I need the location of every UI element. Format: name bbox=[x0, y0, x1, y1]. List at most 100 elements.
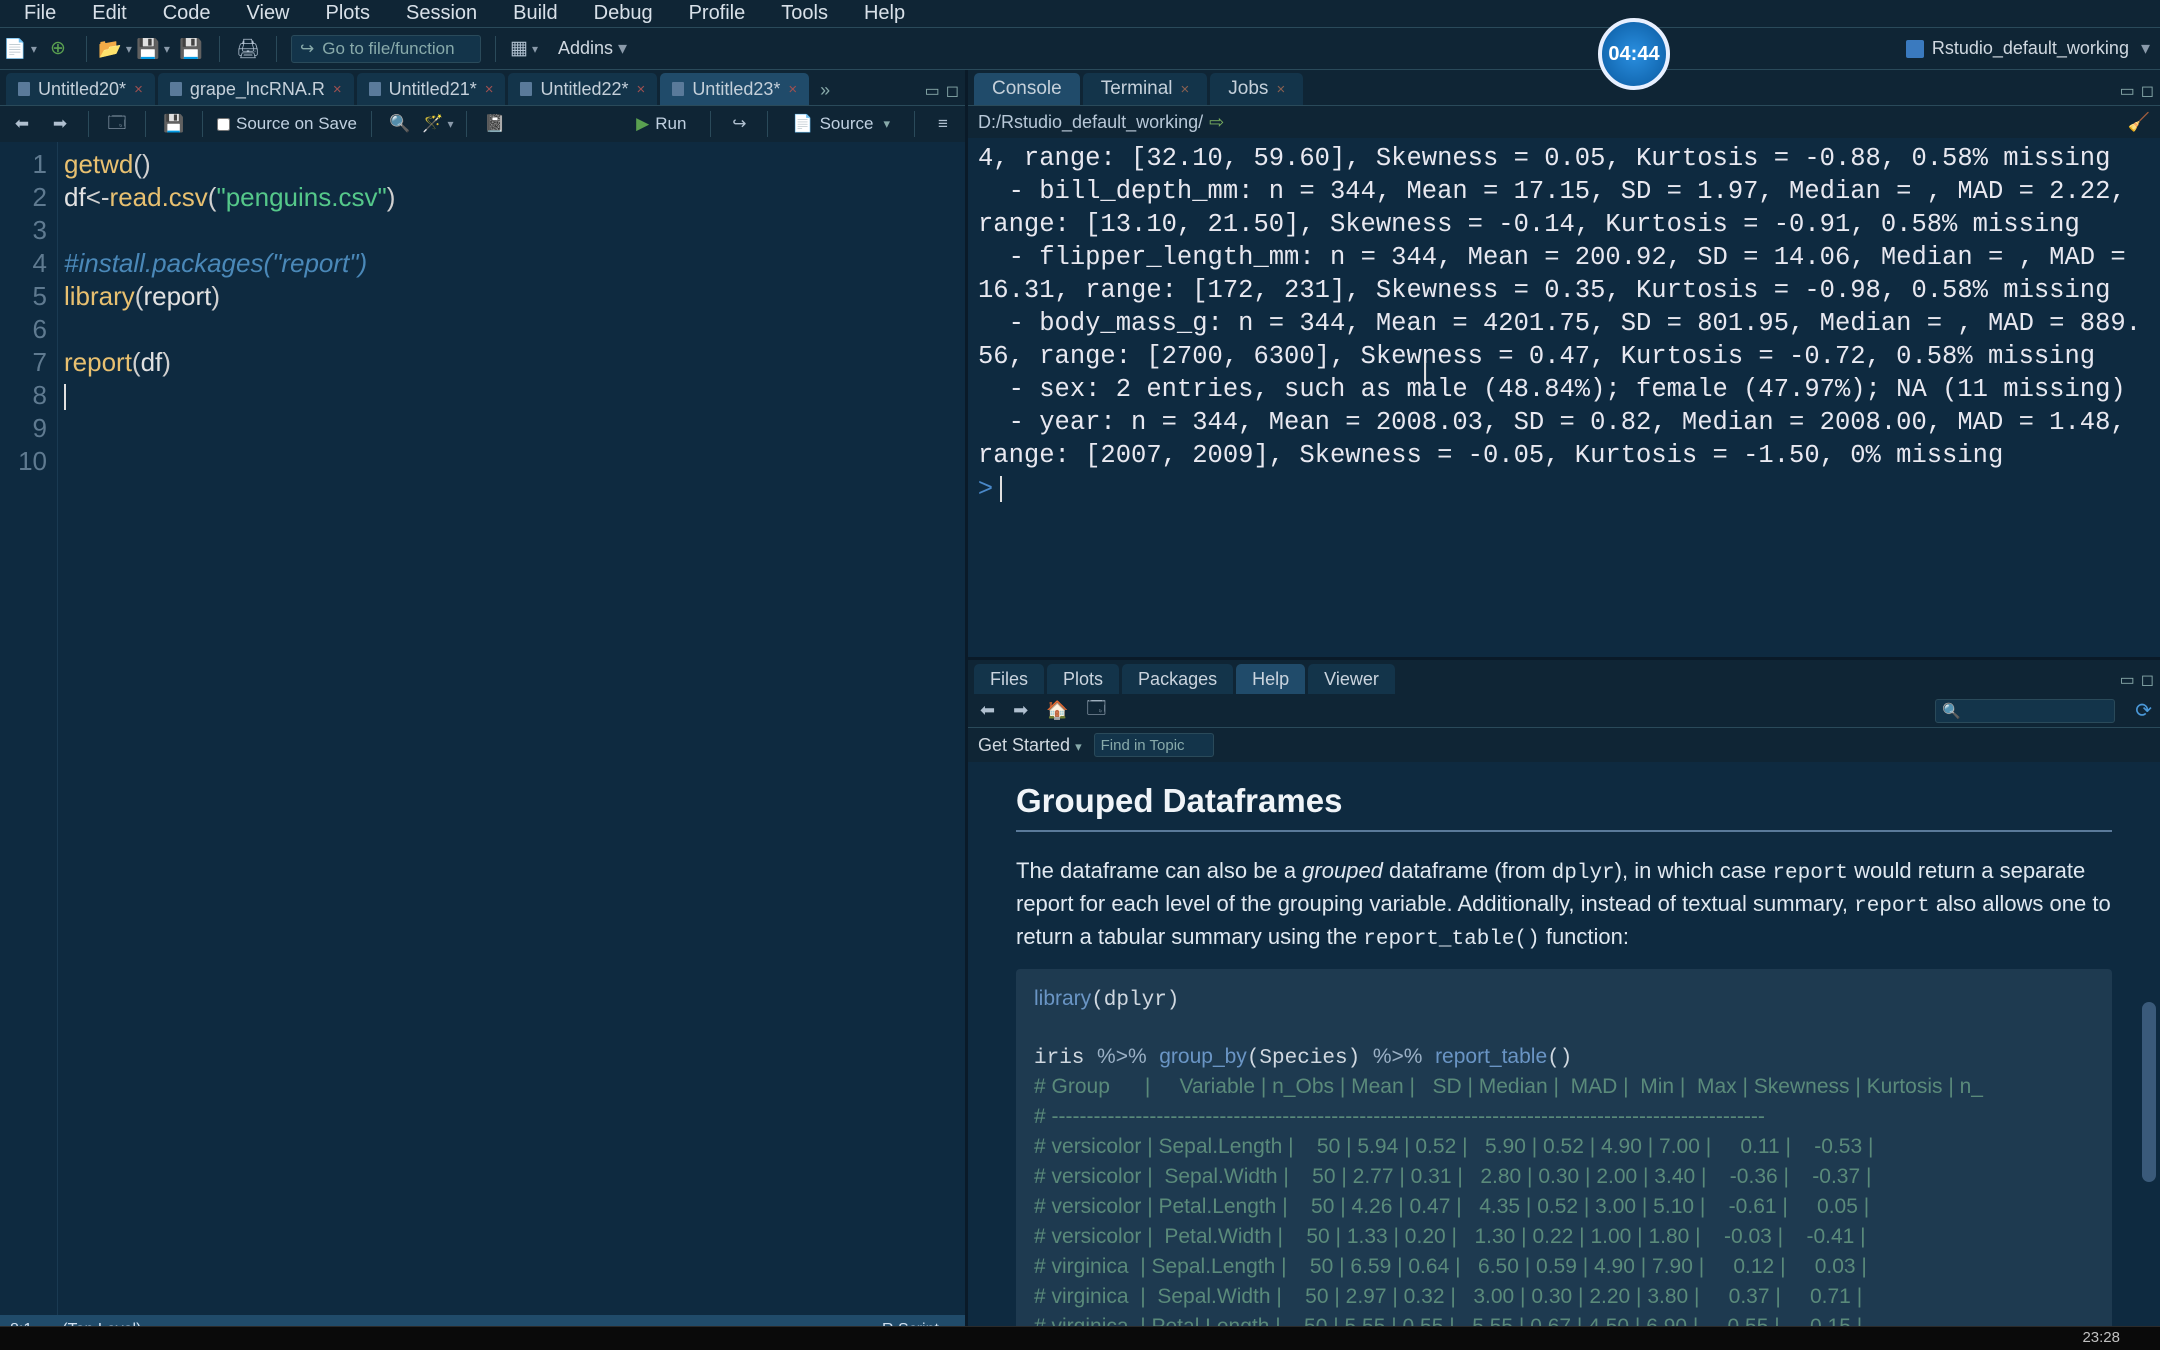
source-tab-bar: Untitled20*×grape_lncRNA.R×Untitled21*×U… bbox=[0, 70, 965, 106]
source-tab[interactable]: Untitled20*× bbox=[6, 73, 155, 105]
separator bbox=[371, 111, 372, 137]
help-tab-plots[interactable]: Plots bbox=[1047, 664, 1119, 694]
save-all-button[interactable]: 💾 bbox=[177, 35, 205, 63]
help-popup-button[interactable]: 🗔 bbox=[1083, 694, 1111, 728]
close-icon[interactable]: × bbox=[485, 81, 494, 98]
menu-tools[interactable]: Tools bbox=[763, 0, 846, 28]
source-on-save-input[interactable] bbox=[217, 118, 230, 131]
minimize-pane-button[interactable]: ▭ bbox=[2120, 81, 2135, 101]
help-heading: Grouped Dataframes bbox=[1016, 782, 2112, 832]
code-editor[interactable]: 12345678910 getwd() df<-read.csv("pengui… bbox=[0, 142, 965, 1315]
maximize-pane-button[interactable]: ◻ bbox=[2141, 81, 2154, 101]
source-tab[interactable]: Untitled23*× bbox=[660, 73, 809, 105]
path-arrow-icon[interactable]: ⇨ bbox=[1209, 112, 1224, 133]
console-tab-bar: ConsoleTerminal ×Jobs × ▭ ◻ bbox=[968, 70, 2160, 106]
help-code-block: library(dplyr) iris %>% group_by(Species… bbox=[1016, 969, 2112, 1350]
help-tab-packages[interactable]: Packages bbox=[1122, 664, 1233, 694]
help-refresh-button[interactable]: ⟳ bbox=[2135, 698, 2152, 723]
new-project-button[interactable]: ⊕ bbox=[44, 35, 72, 63]
goto-icon: ↪ bbox=[300, 39, 314, 59]
menu-plots[interactable]: Plots bbox=[308, 0, 388, 28]
minimize-pane-button[interactable]: ▭ bbox=[925, 81, 940, 101]
timer-badge: 04:44 bbox=[1598, 18, 1670, 90]
recent-files-button[interactable]: 💾 bbox=[139, 35, 167, 63]
open-file-button[interactable]: 📂 bbox=[101, 35, 129, 63]
help-home-button[interactable]: 🏠 bbox=[1042, 698, 1072, 723]
close-icon[interactable]: × bbox=[333, 81, 342, 98]
code-tools-button[interactable]: 🪄 bbox=[424, 110, 452, 138]
find-in-topic-input[interactable]: Find in Topic bbox=[1094, 733, 1214, 757]
save-button[interactable]: 💾 bbox=[160, 110, 188, 138]
forward-button[interactable]: ➡ bbox=[46, 110, 74, 138]
new-file-button[interactable]: 📄 bbox=[6, 35, 34, 63]
help-scrollbar[interactable] bbox=[2142, 1002, 2156, 1182]
menu-file[interactable]: File bbox=[6, 0, 74, 28]
search-icon: 🔍 bbox=[1942, 702, 1961, 720]
separator bbox=[145, 111, 146, 137]
clear-console-button[interactable]: 🧹 bbox=[2128, 112, 2150, 133]
help-forward-button[interactable]: ➡ bbox=[1009, 698, 1032, 723]
help-back-button[interactable]: ⬅ bbox=[976, 698, 999, 723]
back-button[interactable]: ⬅ bbox=[8, 110, 36, 138]
close-icon[interactable]: × bbox=[637, 81, 646, 98]
menu-bar: FileEditCodeViewPlotsSessionBuildDebugPr… bbox=[0, 0, 2160, 28]
file-icon bbox=[520, 82, 532, 96]
separator bbox=[219, 36, 220, 62]
show-in-new-window-button[interactable]: 🗔 bbox=[103, 110, 131, 138]
file-icon bbox=[18, 82, 30, 96]
help-search-input[interactable]: 🔍 bbox=[1935, 699, 2115, 723]
menu-build[interactable]: Build bbox=[495, 0, 575, 28]
project-name: Rstudio_default_working bbox=[1932, 38, 2129, 59]
source-on-save-checkbox[interactable]: Source on Save bbox=[217, 114, 357, 134]
console-output[interactable]: 4, range: [32.10, 59.60], Skewness = 0.0… bbox=[968, 138, 2160, 657]
project-menu[interactable]: Rstudio_default_working bbox=[1906, 38, 2150, 59]
tab-overflow-button[interactable]: » bbox=[816, 76, 834, 105]
maximize-pane-button[interactable]: ◻ bbox=[2141, 670, 2154, 690]
find-button[interactable]: 🔍 bbox=[386, 110, 414, 138]
separator bbox=[767, 111, 768, 137]
maximize-pane-button[interactable]: ◻ bbox=[946, 81, 959, 101]
rerun-button[interactable]: ↪ bbox=[725, 110, 753, 138]
menu-edit[interactable]: Edit bbox=[74, 0, 144, 28]
console-tab-terminal[interactable]: Terminal × bbox=[1083, 73, 1208, 105]
get-started-menu[interactable]: Get Started ▾ bbox=[978, 735, 1082, 756]
addins-menu[interactable]: Addins bbox=[548, 34, 637, 63]
goto-placeholder: Go to file/function bbox=[322, 39, 454, 59]
close-icon[interactable]: × bbox=[1181, 81, 1190, 98]
menu-session[interactable]: Session bbox=[388, 0, 495, 28]
help-tab-viewer[interactable]: Viewer bbox=[1308, 664, 1395, 694]
separator bbox=[88, 111, 89, 137]
separator bbox=[202, 111, 203, 137]
console-tab-jobs[interactable]: Jobs × bbox=[1210, 73, 1303, 105]
help-tab-help[interactable]: Help bbox=[1236, 664, 1305, 694]
grid-button[interactable]: ▦ bbox=[510, 35, 538, 63]
outline-button[interactable]: ≡ bbox=[929, 110, 957, 138]
help-paragraph: The dataframe can also be a grouped data… bbox=[1016, 856, 2112, 955]
help-toolbar: ⬅ ➡ 🏠 🗔 🔍 ⟳ bbox=[968, 694, 2160, 728]
compile-report-button[interactable]: 📓 bbox=[481, 110, 509, 138]
source-tab[interactable]: Untitled21*× bbox=[357, 73, 506, 105]
goto-file-input[interactable]: ↪ Go to file/function bbox=[291, 35, 481, 63]
help-tab-files[interactable]: Files bbox=[974, 664, 1044, 694]
menu-debug[interactable]: Debug bbox=[576, 0, 671, 28]
menu-help[interactable]: Help bbox=[846, 0, 923, 28]
run-button[interactable]: ▶Run bbox=[626, 112, 696, 136]
close-icon[interactable]: × bbox=[788, 81, 797, 98]
console-tab-console[interactable]: Console bbox=[974, 73, 1080, 105]
separator bbox=[466, 111, 467, 137]
menu-profile[interactable]: Profile bbox=[671, 0, 764, 28]
separator bbox=[276, 36, 277, 62]
menu-code[interactable]: Code bbox=[145, 0, 229, 28]
file-icon bbox=[672, 82, 684, 96]
source-toolbar: ⬅ ➡ 🗔 💾 Source on Save 🔍 🪄 📓 ▶Run ↪ 📄Sou… bbox=[0, 106, 965, 142]
source-tab[interactable]: Untitled22*× bbox=[508, 73, 657, 105]
close-icon[interactable]: × bbox=[1276, 81, 1285, 98]
menu-view[interactable]: View bbox=[229, 0, 308, 28]
minimize-pane-button[interactable]: ▭ bbox=[2120, 670, 2135, 690]
code-area[interactable]: getwd() df<-read.csv("penguins.csv") #in… bbox=[58, 142, 965, 1315]
source-tab[interactable]: grape_lncRNA.R× bbox=[158, 73, 354, 105]
print-button[interactable]: 🖨 bbox=[234, 35, 262, 63]
source-button[interactable]: 📄Source▾ bbox=[782, 112, 900, 136]
help-content[interactable]: Grouped Dataframes The dataframe can als… bbox=[968, 762, 2160, 1350]
close-icon[interactable]: × bbox=[134, 81, 143, 98]
